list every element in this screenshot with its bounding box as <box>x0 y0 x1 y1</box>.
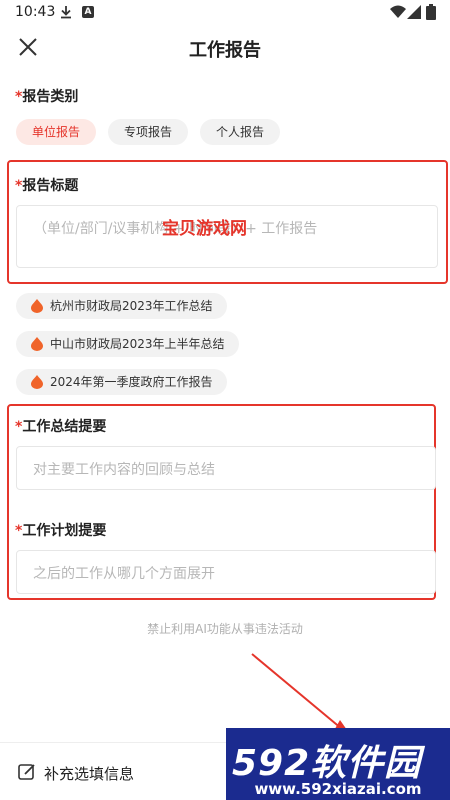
fire-icon <box>31 299 43 313</box>
supplement-info-button[interactable]: 补充选填信息 <box>44 763 134 784</box>
wifi-icon <box>390 5 406 18</box>
suggestion-text: 中山市财政局2023年上半年总结 <box>50 337 225 351</box>
suggestion-text: 杭州市财政局2023年工作总结 <box>50 299 213 313</box>
report-type-option-special[interactable]: 专项报告 <box>108 119 188 145</box>
notification-a-icon: A <box>82 6 94 18</box>
summary-label-text: 工作总结提要 <box>22 419 107 435</box>
suggestion-chip[interactable]: 杭州市财政局2023年工作总结 <box>16 293 227 319</box>
report-type-label: *报告类别 <box>15 86 78 106</box>
summary-label: *工作总结提要 <box>15 416 106 436</box>
plan-label-text: 工作计划提要 <box>22 523 107 539</box>
summary-input[interactable]: 对主要工作内容的回顾与总结 <box>16 446 436 490</box>
page-title: 工作报告 <box>189 40 261 61</box>
status-bar: 10:43 A <box>0 0 450 26</box>
suggestion-text: 2024年第一季度政府工作报告 <box>50 375 213 389</box>
brand-title: 592软件园 <box>232 743 422 784</box>
report-type-option-unit[interactable]: 单位报告 <box>16 119 96 145</box>
status-time: 10:43 <box>15 4 56 20</box>
edit-icon <box>18 764 35 780</box>
suggestion-chip[interactable]: 2024年第一季度政府工作报告 <box>16 369 227 395</box>
battery-icon <box>426 4 436 20</box>
watermark-text: 宝贝游戏网 <box>162 219 247 239</box>
plan-input[interactable]: 之后的工作从哪几个方面展开 <box>16 550 436 594</box>
signal-icon <box>407 5 421 19</box>
top-nav-bar: 工作报告 <box>0 26 450 70</box>
fire-icon <box>31 375 43 389</box>
download-icon <box>61 6 71 19</box>
brand-watermark: 592软件园 www.592xiazai.com <box>226 728 450 800</box>
plan-label: *工作计划提要 <box>15 520 106 540</box>
report-type-option-personal[interactable]: 个人报告 <box>200 119 280 145</box>
report-title-label-text: 报告标题 <box>22 178 79 194</box>
report-title-label: *报告标题 <box>15 175 78 195</box>
legal-notice: 禁止利用AI功能从事违法活动 <box>147 622 303 636</box>
report-type-label-text: 报告类别 <box>22 89 79 105</box>
fire-icon <box>31 337 43 351</box>
suggestion-chip[interactable]: 中山市财政局2023年上半年总结 <box>16 331 239 357</box>
brand-url: www.592xiazai.com <box>254 780 422 798</box>
